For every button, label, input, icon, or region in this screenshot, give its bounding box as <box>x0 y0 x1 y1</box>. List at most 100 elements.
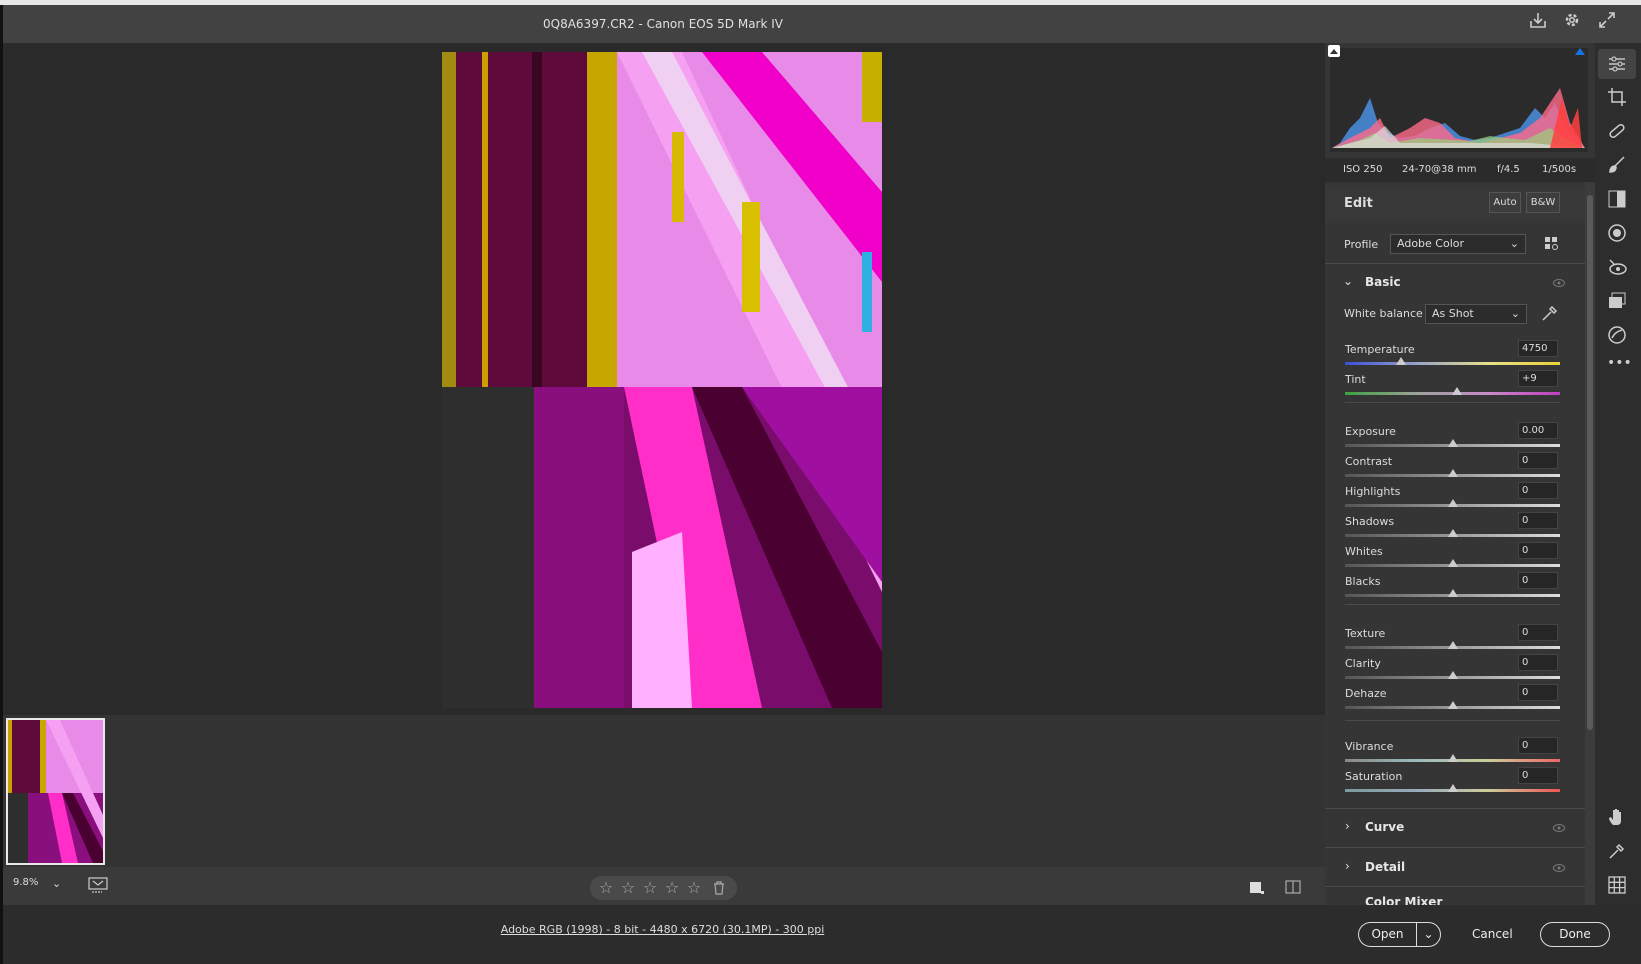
crop-icon[interactable] <box>1606 86 1628 108</box>
chevron-down-icon: ⌄ <box>1509 237 1519 250</box>
detail-section-title[interactable]: Detail <box>1365 860 1405 874</box>
star-5[interactable]: ☆ <box>685 879 703 897</box>
filmstrip-options-icon[interactable] <box>88 877 110 895</box>
star-2[interactable]: ☆ <box>619 879 637 897</box>
shadow-clipping-icon[interactable] <box>1327 44 1341 58</box>
chevron-down-icon: ⌄ <box>1510 307 1520 320</box>
star-3[interactable]: ☆ <box>641 879 659 897</box>
profile-select[interactable]: Adobe Color ⌄ <box>1390 234 1526 254</box>
panel-scrollbar-thumb[interactable] <box>1587 195 1593 730</box>
slider-value-input[interactable]: 0 <box>1518 482 1558 499</box>
slider-value-input[interactable]: 0 <box>1518 572 1558 589</box>
snapshots-icon[interactable] <box>1606 290 1628 312</box>
star-rating: ☆ ☆ ☆ ☆ ☆ <box>590 876 737 900</box>
slider-value-input[interactable]: 0 <box>1518 512 1558 529</box>
basic-collapse-chevron-icon[interactable]: ⌄ <box>1343 274 1353 288</box>
red-eye-icon[interactable] <box>1606 256 1628 278</box>
slider-label: Shadows <box>1345 515 1395 528</box>
slider-value-input[interactable]: 4750 <box>1518 340 1558 357</box>
color-sampler-icon[interactable] <box>1606 840 1628 862</box>
photo-preview <box>442 52 882 708</box>
slider-thumb[interactable] <box>1451 387 1462 395</box>
basic-visibility-eye-icon[interactable] <box>1553 279 1565 287</box>
slider-thumb[interactable] <box>1447 701 1458 709</box>
auto-button[interactable]: Auto <box>1489 192 1521 213</box>
curve-visibility-eye-icon[interactable] <box>1553 824 1565 832</box>
done-button[interactable]: Done <box>1540 922 1610 947</box>
slider-value-input[interactable]: 0 <box>1518 654 1558 671</box>
section-divider <box>1325 808 1587 809</box>
fullscreen-icon[interactable] <box>1596 9 1618 31</box>
eyedropper-icon[interactable] <box>1539 304 1559 324</box>
edit-sliders-icon[interactable] <box>1606 53 1628 75</box>
slider-value-input[interactable]: 0 <box>1518 452 1558 469</box>
zoom-level[interactable]: 9.8% <box>13 877 38 888</box>
camera-raw-window: 0Q8A6397.CR2 - Canon EOS 5D Mark IV 9.8%… <box>0 0 1641 964</box>
zoom-dropdown-chevron-icon[interactable]: ⌄ <box>52 877 61 890</box>
slider-thumb[interactable] <box>1447 641 1458 649</box>
slider-label: Whites <box>1345 545 1383 558</box>
color-mixer-section-title[interactable]: Color Mixer <box>1365 895 1442 905</box>
curve-section-title[interactable]: Curve <box>1365 820 1404 834</box>
slider-value-input[interactable]: 0 <box>1518 737 1558 754</box>
slider-thumb[interactable] <box>1447 499 1458 507</box>
slider-label: Highlights <box>1345 485 1401 498</box>
shutter-value: 1/500s <box>1542 164 1577 175</box>
slider-thumb[interactable] <box>1447 784 1458 792</box>
slider-value-input[interactable]: 0 <box>1518 542 1558 559</box>
slider-value-input[interactable]: 0 <box>1518 624 1558 641</box>
slider-label: Dehaze <box>1345 687 1387 700</box>
before-after-icon[interactable] <box>1284 878 1302 896</box>
slider-track[interactable] <box>1345 362 1560 365</box>
slider-value-input[interactable]: 0 <box>1518 767 1558 784</box>
slider-thumb[interactable] <box>1447 559 1458 567</box>
detail-expand-chevron-icon[interactable]: › <box>1345 859 1350 873</box>
presets-icon[interactable] <box>1606 324 1628 346</box>
curve-expand-chevron-icon[interactable]: › <box>1345 819 1350 833</box>
cancel-button[interactable]: Cancel <box>1472 927 1513 941</box>
slider-value-input[interactable]: 0 <box>1518 684 1558 701</box>
open-options-button[interactable]: ⌄ <box>1416 922 1441 947</box>
radial-gradient-icon[interactable] <box>1606 222 1628 244</box>
trash-icon[interactable] <box>711 880 727 896</box>
slider-group-divider <box>1345 402 1560 403</box>
linear-gradient-icon[interactable] <box>1606 188 1628 210</box>
title-bar: 0Q8A6397.CR2 - Canon EOS 5D Mark IV <box>3 5 1641 43</box>
slider-thumb[interactable] <box>1447 529 1458 537</box>
open-button[interactable]: Open <box>1358 922 1416 947</box>
slider-value-input[interactable]: +9 <box>1518 370 1558 387</box>
slider-label: Vibrance <box>1345 740 1394 753</box>
grid-overlay-icon[interactable] <box>1606 874 1628 896</box>
basic-section-title[interactable]: Basic <box>1365 275 1401 289</box>
healing-icon[interactable] <box>1606 120 1628 142</box>
hand-tool-icon[interactable] <box>1606 806 1628 828</box>
gear-icon[interactable] <box>1561 9 1583 31</box>
slider-thumb[interactable] <box>1395 357 1406 365</box>
section-divider <box>1325 263 1587 264</box>
star-4[interactable]: ☆ <box>663 879 681 897</box>
slider-thumb[interactable] <box>1447 754 1458 762</box>
save-image-icon[interactable] <box>1527 9 1549 31</box>
slider-thumb[interactable] <box>1447 469 1458 477</box>
slider-label: Tint <box>1345 373 1366 386</box>
histogram <box>1330 48 1588 152</box>
slider-thumb[interactable] <box>1447 671 1458 679</box>
slider-label: Clarity <box>1345 657 1381 670</box>
highlight-clipping-icon[interactable] <box>1573 44 1587 58</box>
star-1[interactable]: ☆ <box>597 879 615 897</box>
profile-browser-icon[interactable] <box>1544 236 1560 252</box>
brush-icon[interactable] <box>1606 154 1628 176</box>
bw-button[interactable]: B&W <box>1526 192 1560 213</box>
workflow-options-link[interactable]: Adobe RGB (1998) - 8 bit - 4480 x 6720 (… <box>0 923 1325 936</box>
color-mixer-clip: Color Mixer <box>1325 887 1587 905</box>
filmstrip-thumbnail[interactable] <box>6 718 105 865</box>
lens-value: 24-70@38 mm <box>1402 164 1477 175</box>
slider-thumb[interactable] <box>1447 589 1458 597</box>
slider-thumb[interactable] <box>1447 439 1458 447</box>
more-options-icon[interactable]: ••• <box>1607 355 1632 371</box>
slider-value-input[interactable]: 0.00 <box>1518 422 1558 439</box>
detail-visibility-eye-icon[interactable] <box>1553 864 1565 872</box>
white-balance-select[interactable]: As Shot ⌄ <box>1425 304 1527 324</box>
single-view-icon[interactable] <box>1247 878 1265 896</box>
section-divider <box>1325 847 1587 848</box>
